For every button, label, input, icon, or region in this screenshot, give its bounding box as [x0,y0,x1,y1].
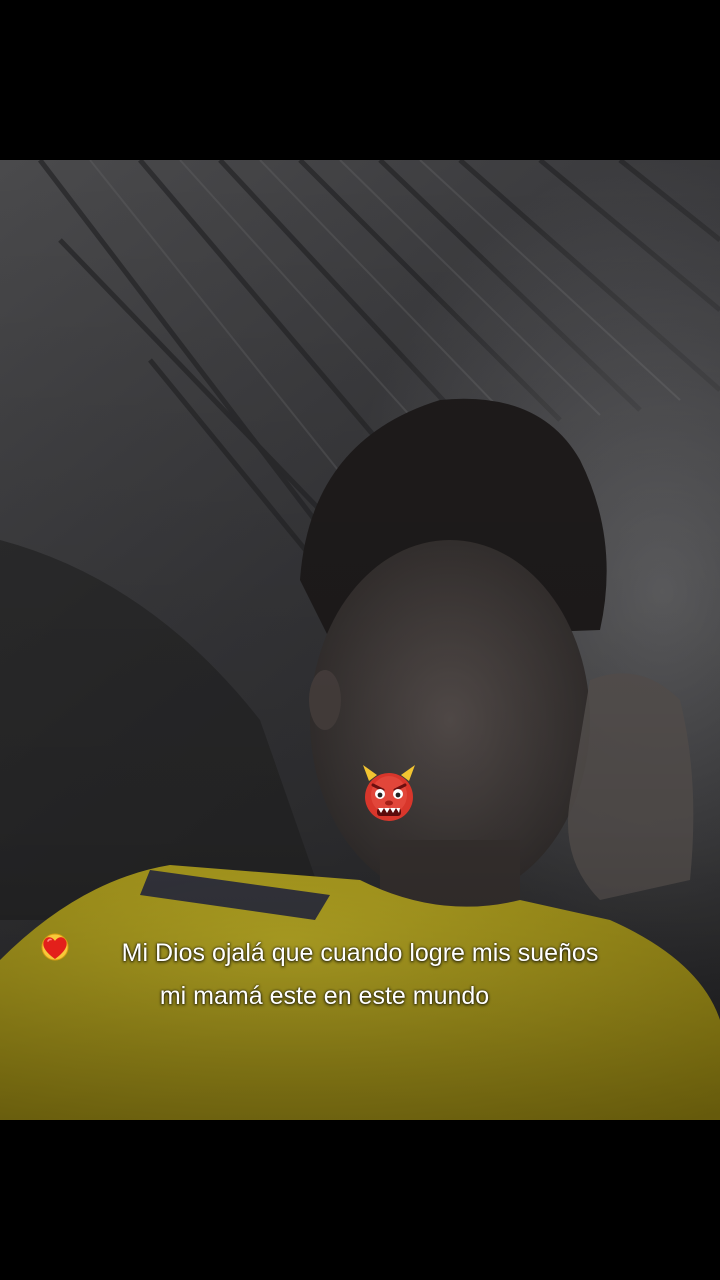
caption-line-2-wrapper: mi mamá este en este mundo [40,933,680,1018]
video-screen: Mi Dios ojalá que cuando logre mis sueño… [0,0,720,1280]
holding-back-tears-icon [41,933,528,1012]
video-frame: Mi Dios ojalá que cuando logre mis sueño… [0,160,720,1120]
ogre-icon [363,765,415,821]
letterbox-top [0,0,720,160]
caption-line-1: Mi Dios ojalá que cuando logre mis sueño… [121,939,599,967]
caption-line-2: mi mamá este en este mundo [159,982,497,1010]
letterbox-bottom [0,1120,720,1280]
red-heart-icon [43,937,560,1012]
ogre-emoji-sticker [357,761,421,825]
video-caption: Mi Dios ojalá que cuando logre mis sueño… [40,932,680,1018]
